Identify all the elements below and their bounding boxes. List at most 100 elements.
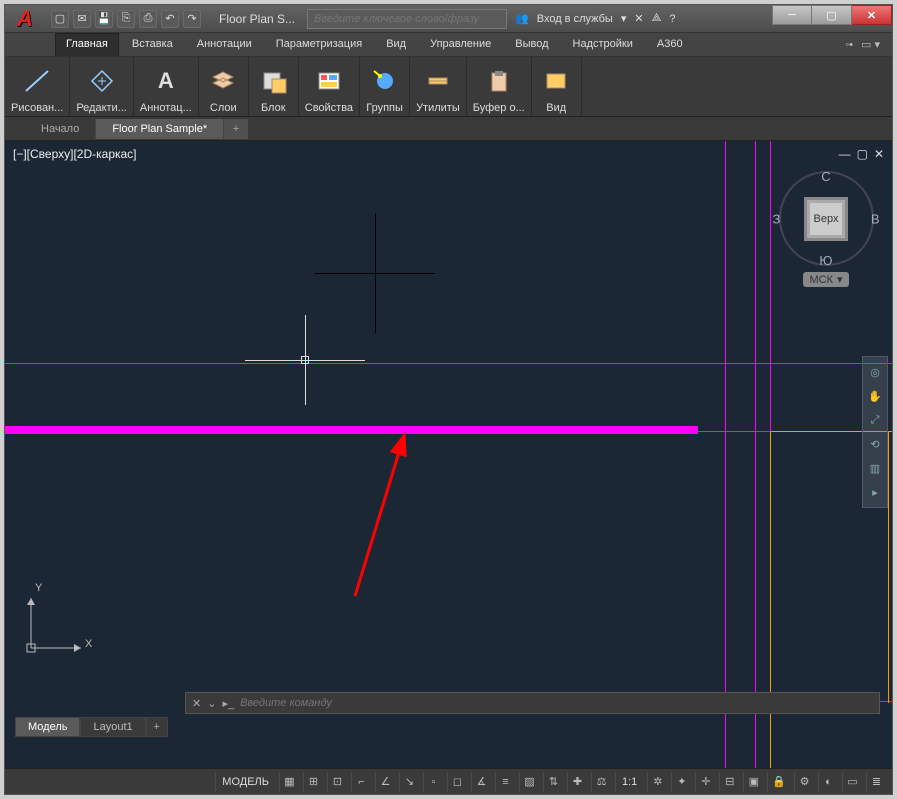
transparency-icon[interactable]: ▨ [519,772,539,792]
viewcube-south[interactable]: Ю [819,253,832,268]
close-button[interactable]: ✕ [852,5,892,25]
status-model-button[interactable]: МОДЕЛЬ [215,772,275,792]
ribbon-panel-view[interactable]: Вид [532,57,582,116]
ortho-mode-icon[interactable]: ⌐ [351,772,371,792]
menu-item[interactable]: Вывод [504,33,559,56]
isolate-objects-icon[interactable]: ◐ [818,772,838,792]
snap-mode-icon[interactable]: ⊞ [303,772,323,792]
3dosnap-icon[interactable]: ◻ [447,772,467,792]
viewcube-wcs[interactable]: МСК▾ [803,272,848,287]
ucs-y-label: Y [35,582,42,594]
otrack-icon[interactable]: ∡ [471,772,491,792]
infer-constraints-icon[interactable]: ⊡ [327,772,347,792]
viewport-maximize-icon[interactable]: ▢ [857,147,868,161]
menu-item[interactable]: Вставка [121,33,184,56]
annotation-monitor-icon[interactable]: ✚ [567,772,587,792]
ribbon-extras: ◦• ▭ ▾ [845,33,892,56]
autoscale-icon[interactable]: ✛ [695,772,715,792]
ribbon-bullet-icon[interactable]: ◦• [845,39,853,51]
menu-item[interactable]: Параметризация [265,33,373,56]
redo-icon[interactable]: ↷ [183,10,201,28]
osnap-icon[interactable]: ▫ [423,772,443,792]
units-icon[interactable]: ⊟ [719,772,739,792]
search-box[interactable] [307,9,507,29]
exchange-icon[interactable]: ✕ [634,12,643,25]
ucs-icon[interactable]: X Y [21,588,91,658]
ribbon-panel-draw[interactable]: Рисован... [5,57,70,116]
steering-wheel-icon[interactable]: ◎ [866,363,884,381]
minimize-button[interactable]: ─ [772,5,812,25]
customize-icon[interactable]: ≣ [866,772,886,792]
pan-icon[interactable]: ✋ [866,387,884,405]
new-icon[interactable]: ▢ [51,10,69,28]
selection-cycling-icon[interactable]: ⇅ [543,772,563,792]
viewcube-east[interactable]: В [871,211,880,226]
menu-item[interactable]: Аннотации [186,33,263,56]
menu-item[interactable]: Управление [419,33,502,56]
a360-icon[interactable]: ⟁ [652,12,662,25]
annotation-scale-icon[interactable]: ⚖ [591,772,611,792]
drawing-line [770,431,771,768]
lineweight-icon[interactable]: ≡ [495,772,515,792]
lock-ui-icon[interactable]: 🔒 [767,772,790,792]
app-logo[interactable]: A [5,5,45,33]
ribbon-panel-layers[interactable]: Слои [199,57,249,116]
command-line[interactable]: ✕ ⌄ ▸_ [185,692,880,714]
viewcube-north[interactable]: С [821,169,830,184]
hardware-accel-icon[interactable]: ⚙ [794,772,814,792]
ribbon-panel-annotation[interactable]: AАннотац... [134,57,199,116]
cmd-recent-icon[interactable]: ⌄ [207,697,216,710]
help-icon[interactable]: ? [669,13,675,25]
signin-dropdown-icon[interactable]: ▾ [621,12,627,25]
menu-item[interactable]: Надстройки [562,33,644,56]
grid-line [755,141,756,768]
polar-tracking-icon[interactable]: ∠ [375,772,395,792]
ribbon-panel-utilities[interactable]: Утилиты [410,57,467,116]
orbit-icon[interactable]: ⟲ [866,435,884,453]
annotation-arrow [345,431,425,601]
ribbon-collapse-icon[interactable]: ▭ ▾ [861,38,880,51]
menu-item[interactable]: A360 [646,33,694,56]
viewport-minimize-icon[interactable]: — [839,147,851,161]
menu-item[interactable]: Главная [55,33,119,56]
drawing-canvas[interactable]: [−][Сверху][2D-каркас] — ▢ ✕ [5,141,892,768]
command-input[interactable] [240,697,873,709]
grid-display-icon[interactable]: ▦ [279,772,299,792]
infocenter-icon[interactable]: 👥 [515,12,529,25]
ribbon-panel-modify[interactable]: Редакти... [70,57,134,116]
layout-tab[interactable]: Модель [15,717,80,737]
annotation-visibility-icon[interactable]: ✦ [671,772,691,792]
save-icon[interactable]: 💾 [95,10,113,28]
document-tab[interactable]: Floor Plan Sample* [96,119,224,139]
ribbon-panel-block[interactable]: Блок [249,57,299,116]
ribbon-panel-properties[interactable]: Свойства [299,57,360,116]
open-icon[interactable]: ✉ [73,10,91,28]
menu-item[interactable]: Вид [375,33,417,56]
document-tab[interactable]: Начало [25,119,96,139]
undo-icon[interactable]: ↶ [161,10,179,28]
nav-collapse-icon[interactable]: ▸ [866,483,884,501]
workspace-icon[interactable]: ✲ [647,772,667,792]
viewcube-west[interactable]: З [773,211,781,226]
cmd-close-icon[interactable]: ✕ [192,697,201,710]
viewport-close-icon[interactable]: ✕ [874,147,884,161]
layout-tab[interactable]: Layout1 [80,717,145,737]
annotation-scale-value[interactable]: 1:1 [615,772,643,792]
zoom-extents-icon[interactable]: ⤢ [866,411,884,429]
maximize-button[interactable]: ▢ [812,5,852,25]
document-tab-add[interactable]: + [224,119,248,139]
showmotion-icon[interactable]: ▥ [866,459,884,477]
isodraft-icon[interactable]: ↘ [399,772,419,792]
viewcube-face[interactable]: Верх [807,200,845,238]
search-input[interactable] [308,13,506,25]
ribbon-panel-groups[interactable]: Группы [360,57,410,116]
signin-button[interactable]: Вход в службы [537,13,613,25]
ribbon-panel-clipboard[interactable]: Буфер о... [467,57,532,116]
layout-tab-add[interactable]: + [146,717,168,737]
quick-properties-icon[interactable]: ▣ [743,772,763,792]
print-icon[interactable]: ⎙ [139,10,157,28]
viewport-label[interactable]: [−][Сверху][2D-каркас] [13,147,137,161]
saveas-icon[interactable]: ⎘ [117,10,135,28]
clean-screen-icon[interactable]: ▭ [842,772,862,792]
viewcube[interactable]: С Ю В З Верх МСК▾ [776,171,876,291]
